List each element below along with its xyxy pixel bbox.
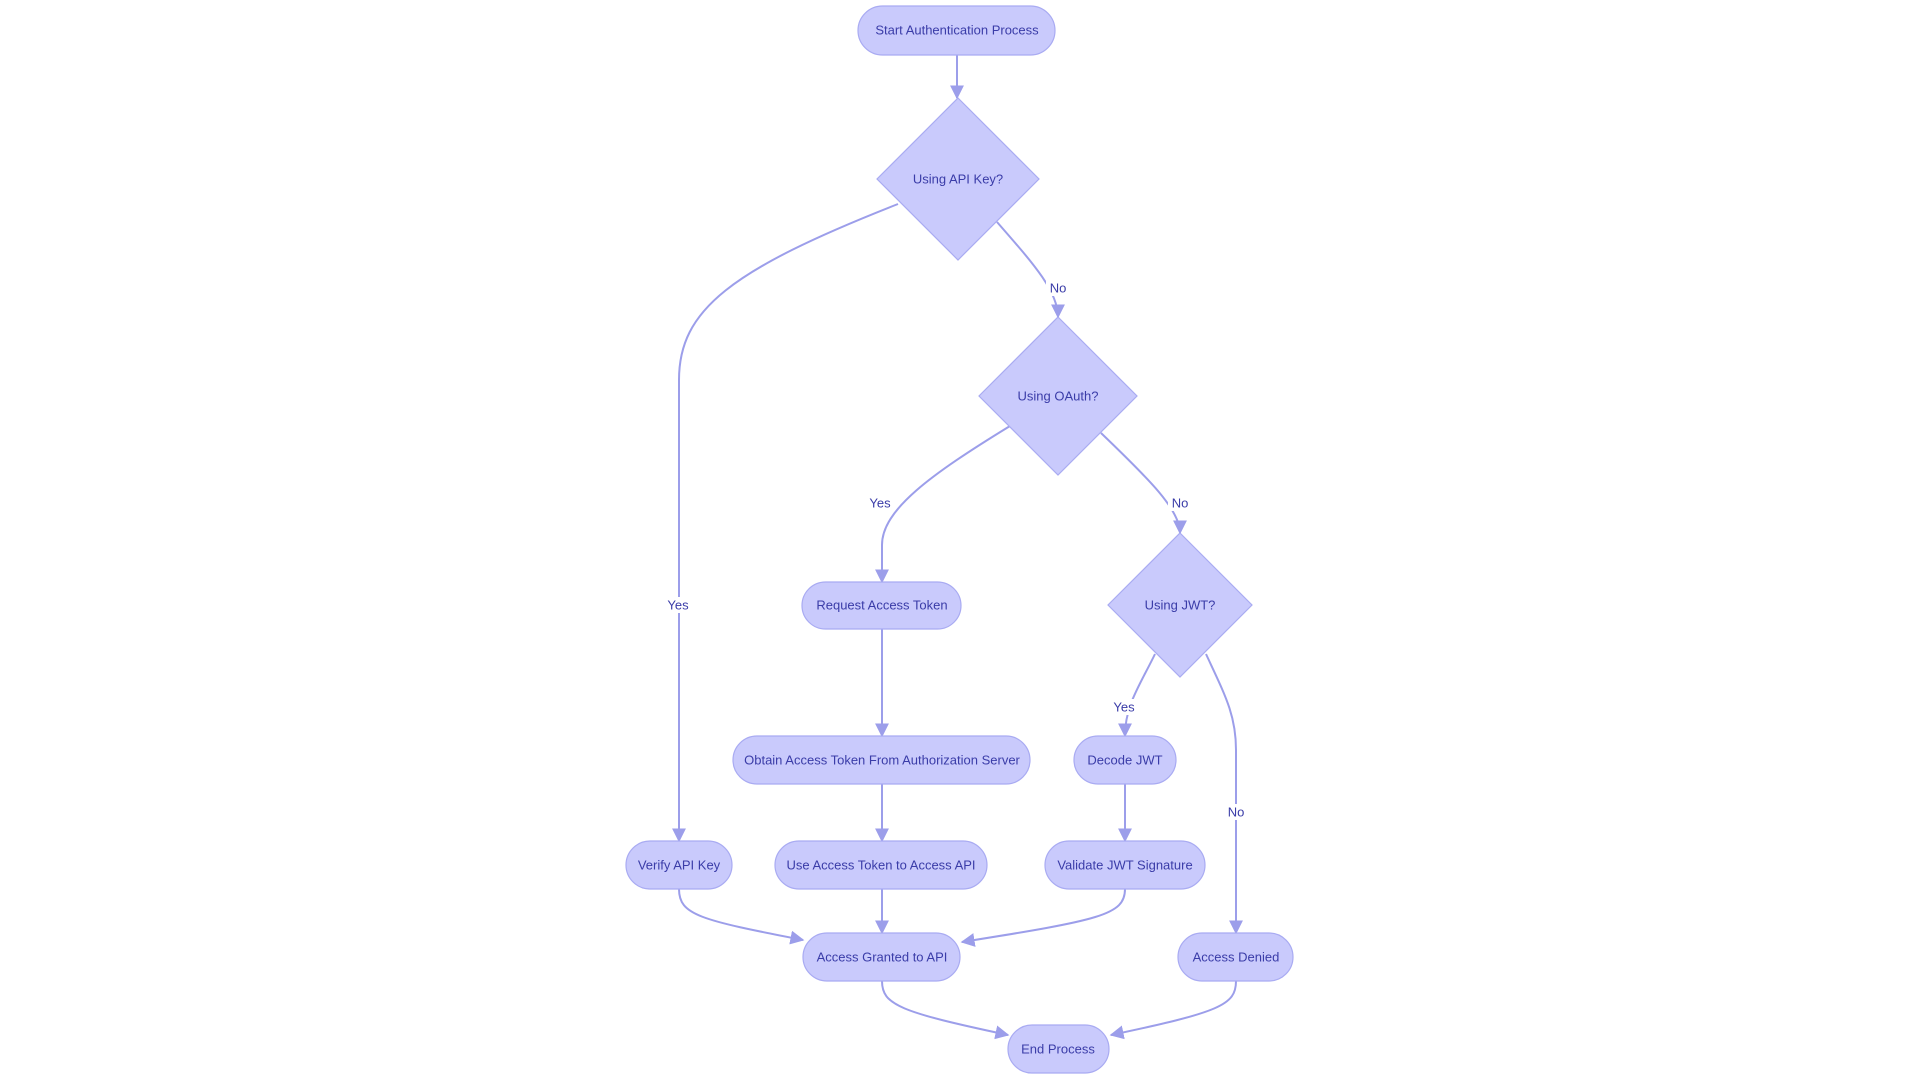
edge-jwt-yes: [1118, 653, 1156, 738]
node-label: Access Granted to API: [817, 949, 948, 964]
node-label: Start Authentication Process: [875, 22, 1039, 37]
edge-denied-to-end: [1109, 980, 1237, 1040]
edge-label-jwt-no: No: [1228, 804, 1245, 819]
decision-using-api-key: Using API Key?: [876, 97, 1040, 261]
node-access-denied: Access Denied: [1177, 932, 1294, 982]
node-label: Access Denied: [1193, 949, 1280, 964]
edge-jwt-no: [1205, 653, 1243, 935]
edge-oauth-no: [1100, 432, 1187, 535]
edge-api-key-no: [996, 221, 1065, 319]
node-end: End Process: [1007, 1024, 1110, 1074]
flowchart: No Yes Yes No Yes No Start Authenticatio…: [625, 5, 1294, 1074]
edge-oauth-yes: [875, 425, 1011, 584]
edge-verify-to-granted: [678, 888, 805, 945]
node-label: Using API Key?: [913, 171, 1003, 186]
edge-granted-to-end: [881, 980, 1010, 1040]
edge-validate-to-granted: [960, 888, 1126, 947]
edge-label-oauth-yes: Yes: [869, 495, 891, 510]
node-label: Using OAuth?: [1018, 388, 1099, 403]
edge-label-jwt-yes: Yes: [1113, 699, 1135, 714]
node-access-granted: Access Granted to API: [802, 932, 961, 982]
node-request-access-token: Request Access Token: [801, 581, 962, 630]
decision-using-jwt: Using JWT?: [1107, 532, 1253, 678]
decision-using-oauth: Using OAuth?: [978, 316, 1138, 476]
edge-label-oauth-no: No: [1172, 495, 1189, 510]
node-label: Request Access Token: [816, 597, 947, 612]
edge-label-api-key-no: No: [1050, 280, 1067, 295]
node-use-access-token: Use Access Token to Access API: [774, 840, 988, 890]
node-label: Using JWT?: [1145, 597, 1216, 612]
node-label: Validate JWT Signature: [1057, 857, 1192, 872]
node-label: Obtain Access Token From Authorization S…: [744, 752, 1020, 767]
node-label: End Process: [1021, 1041, 1095, 1056]
node-decode-jwt: Decode JWT: [1073, 735, 1177, 785]
node-start: Start Authentication Process: [857, 5, 1056, 56]
node-label: Use Access Token to Access API: [786, 857, 975, 872]
node-label: Decode JWT: [1087, 752, 1162, 767]
node-obtain-access-token: Obtain Access Token From Authorization S…: [732, 735, 1031, 785]
node-validate-jwt: Validate JWT Signature: [1044, 840, 1206, 890]
edge-label-api-key-yes: Yes: [667, 597, 689, 612]
node-verify-api-key: Verify API Key: [625, 840, 733, 890]
node-label: Verify API Key: [638, 857, 721, 872]
